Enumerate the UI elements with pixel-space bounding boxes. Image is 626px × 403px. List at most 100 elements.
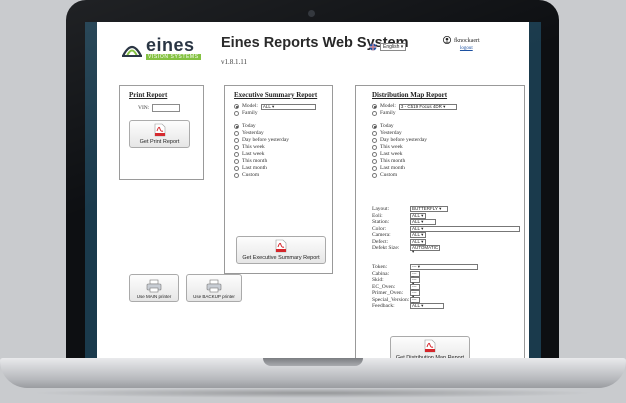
language-dropdown[interactable]: English ▾ (380, 43, 407, 51)
filter-dropdown[interactable]: --- ▾ (410, 283, 420, 293)
period-option[interactable]: Yesterday (372, 130, 427, 137)
print-report-panel: Print Report VIN: Get Print Report (119, 85, 204, 180)
period-option[interactable]: Today (372, 123, 427, 130)
username: fknockaert (454, 38, 480, 44)
filter-value: ALL (412, 225, 420, 231)
filter-dropdown[interactable]: ALL ▾ (410, 219, 436, 226)
filter-dropdown[interactable]: ALL ▾ (410, 225, 520, 232)
period-label: Custom (380, 172, 398, 178)
period-radio[interactable] (234, 166, 239, 171)
vin-input[interactable] (152, 104, 181, 112)
period-radio[interactable] (372, 145, 377, 150)
filter-value: ALL (412, 238, 420, 244)
period-option[interactable]: Day before yesterday (234, 137, 289, 144)
pdf-icon (154, 123, 166, 137)
period-radio[interactable] (234, 173, 239, 178)
logo-word: eines (146, 35, 195, 55)
executive-summary-panel: Executive Summary Report Model: ALL ▾ Fam… (224, 85, 333, 274)
laptop-mockup: eines VISION SYSTEMS Eines Reports Web S… (0, 0, 626, 403)
model-label: Model: (242, 103, 258, 109)
period-option[interactable]: Custom (234, 172, 289, 179)
period-radio[interactable] (234, 131, 239, 136)
get-executive-summary-label: Get Executive Summary Report (242, 255, 320, 261)
period-option[interactable]: Yesterday (234, 130, 289, 137)
period-option[interactable]: Last week (372, 151, 427, 158)
version-label: v1.8.1.11 (221, 58, 247, 66)
period-radio[interactable] (372, 173, 377, 178)
period-option[interactable]: This month (372, 158, 427, 165)
logo-subtitle: VISION SYSTEMS (146, 54, 201, 60)
get-executive-summary-button[interactable]: Get Executive Summary Report (236, 236, 326, 264)
model-dropdown[interactable]: 3 - C519 Focus 4DR ▾ (398, 103, 457, 110)
web-page: eines VISION SYSTEMS Eines Reports Web S… (97, 22, 529, 368)
period-radio[interactable] (372, 159, 377, 164)
period-option[interactable]: Last month (372, 165, 427, 172)
family-radio[interactable] (372, 111, 377, 116)
language-value: English (383, 44, 400, 50)
family-radio[interactable] (234, 111, 239, 116)
period-label: Last month (242, 165, 267, 171)
period-label: Last week (242, 151, 265, 157)
period-option[interactable]: This month (234, 158, 289, 165)
filter-dropdown[interactable]: ALL ▾ (410, 232, 426, 239)
period-radio[interactable] (372, 131, 377, 136)
model-dropdown[interactable]: ALL ▾ (260, 103, 316, 110)
period-label: Day before yesterday (380, 137, 428, 143)
filter-dropdown[interactable]: ALL ▾ (410, 303, 444, 310)
period-label: This week (242, 144, 265, 150)
family-label: Family (242, 110, 258, 116)
period-label: Yesterday (380, 130, 402, 136)
filter-dropdown[interactable]: AUTOMATIC ▾ (410, 245, 440, 254)
distribution-map-panel: Distribution Map Report Model: 3 - C519 F… (355, 85, 525, 368)
period-label: This week (380, 144, 403, 150)
laptop-notch (263, 358, 363, 366)
filter-dropdown[interactable]: --- ▾ (410, 290, 420, 299)
period-label: This month (380, 158, 406, 164)
period-radio[interactable] (372, 138, 377, 143)
user-icon (443, 36, 451, 46)
period-radio[interactable] (234, 124, 239, 129)
period-option[interactable]: Last month (234, 165, 289, 172)
period-radio[interactable] (234, 152, 239, 157)
eines-logo: eines VISION SYSTEMS (121, 35, 201, 60)
use-main-printer-button[interactable]: Use MAIN printer (129, 274, 179, 302)
model-value: 3 - C519 Focus 4DR (400, 103, 442, 109)
distribution-map-title: Distribution Map Report (372, 91, 448, 99)
period-option[interactable]: Custom (372, 172, 427, 179)
get-print-report-button[interactable]: Get Print Report (129, 120, 190, 148)
period-option[interactable]: Today (234, 123, 289, 130)
period-radio[interactable] (372, 152, 377, 157)
period-option[interactable]: This week (372, 144, 427, 151)
filter-dropdown[interactable]: --- ▾ (410, 264, 478, 271)
use-main-printer-label: Use MAIN printer (136, 294, 172, 299)
period-label: Today (380, 123, 394, 129)
filter-dropdown[interactable]: --- ▾ (410, 270, 420, 280)
period-option[interactable]: Last week (234, 151, 289, 158)
use-backup-printer-button[interactable]: Use BACKUP printer (186, 274, 242, 302)
period-label: Yesterday (242, 130, 264, 136)
filter-dropdown[interactable]: --- ▾ (410, 296, 420, 306)
period-option[interactable]: Day before yesterday (372, 137, 427, 144)
period-radio[interactable] (234, 145, 239, 150)
filter-value: ALL (412, 303, 420, 309)
period-radio[interactable] (372, 166, 377, 171)
filter-dropdown[interactable]: ALL ▾ (410, 212, 426, 219)
filter-dropdown[interactable]: BUTTERFLY ▾ (410, 206, 448, 213)
filter-dropdown[interactable]: ALL ▾ (410, 238, 426, 245)
period-radio[interactable] (234, 138, 239, 143)
user-panel: fknockaert logout (443, 36, 480, 51)
filter-value: BUTTERFLY (412, 206, 438, 212)
language-selector[interactable]: English ▾ (369, 38, 407, 56)
period-radio[interactable] (372, 124, 377, 129)
period-option[interactable]: This week (234, 144, 289, 151)
get-print-report-label: Get Print Report (139, 139, 180, 145)
period-label: Day before yesterday (242, 137, 290, 143)
period-radio[interactable] (234, 159, 239, 164)
pdf-icon (424, 339, 436, 353)
model-radio[interactable] (234, 104, 239, 109)
print-report-title: Print Report (129, 91, 168, 99)
filter-dropdown[interactable]: --- ▾ (410, 277, 420, 286)
logout-link[interactable]: logout (460, 46, 473, 51)
model-radio[interactable] (372, 104, 377, 109)
filter-row: Feedback: ALL ▾ (372, 303, 478, 310)
